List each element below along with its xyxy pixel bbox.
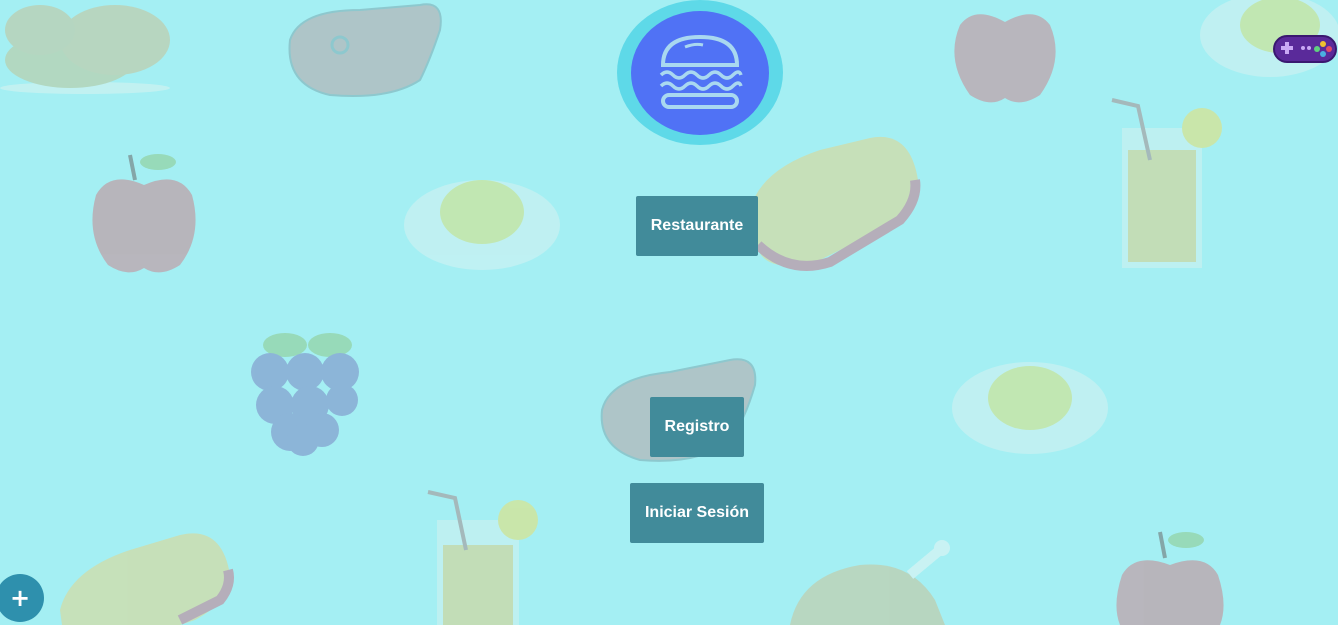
apple-icon	[1116, 531, 1224, 625]
egg-icon	[404, 180, 560, 270]
chicken-icon	[0, 5, 170, 94]
gamepad-icon[interactable]	[1273, 34, 1337, 64]
plus-icon: +	[9, 584, 31, 612]
logo-badge	[631, 10, 769, 135]
burger-icon	[659, 34, 743, 109]
egg-icon	[952, 362, 1108, 454]
grapes-icon	[251, 333, 359, 456]
steak-icon	[288, 3, 442, 97]
apple-icon	[954, 14, 1056, 103]
registro-button[interactable]: Registro	[650, 397, 744, 457]
sandwich-icon	[750, 136, 921, 271]
sandwich-icon	[60, 533, 234, 625]
restaurante-button[interactable]: Restaurante	[636, 196, 758, 256]
apple-icon	[92, 154, 196, 273]
app-logo	[617, 0, 783, 145]
login-button[interactable]: Iniciar Sesión	[630, 483, 764, 543]
chicken-leg-icon	[790, 540, 950, 625]
juice-icon	[427, 490, 538, 625]
juice-icon	[1111, 98, 1222, 268]
